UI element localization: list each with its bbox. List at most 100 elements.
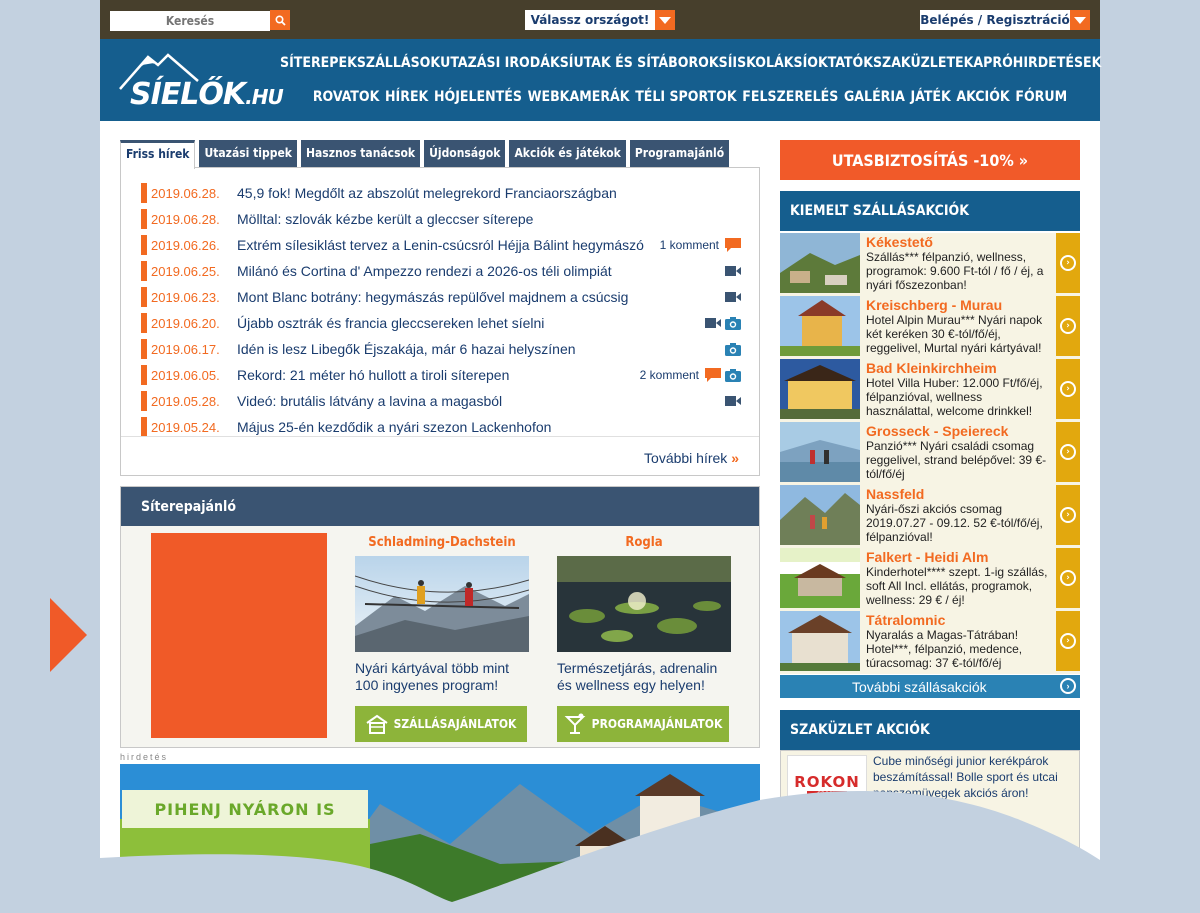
- accommodation-item[interactable]: Nassfeld Nyári-őszi akciós csomag 2019.07…: [780, 485, 1080, 548]
- nav-item-síoktatók[interactable]: SÍOKTATÓK: [794, 55, 873, 71]
- news-item[interactable]: 2019.06.05. Rekord: 21 méter hó hullott a…: [141, 362, 741, 388]
- nav-item-hójelentés[interactable]: HÓJELENTÉS: [434, 89, 522, 105]
- news-title[interactable]: Mölltal: szlovák kézbe került a gleccser…: [237, 211, 533, 227]
- accommodation-item[interactable]: Falkert - Heidi Alm Kinderhotel**** szept…: [780, 548, 1080, 611]
- country-dropdown-button[interactable]: [655, 10, 675, 30]
- news-tab[interactable]: Akciók és játékok: [509, 140, 626, 168]
- accommodation-item[interactable]: Bad Kleinkirchheim Hotel Villa Huber: 12.…: [780, 359, 1080, 422]
- nav-item-akciók[interactable]: AKCIÓK: [956, 89, 1009, 105]
- accommodation-name[interactable]: Tátralomnic: [866, 613, 1052, 628]
- news-item[interactable]: 2019.06.28. 45,9 fok! Megdőlt az abszolút…: [141, 180, 741, 206]
- more-news-link[interactable]: További hírek »: [644, 450, 739, 466]
- news-tab[interactable]: Újdonságok: [424, 140, 506, 168]
- accommodation-go-button[interactable]: ›: [1056, 296, 1080, 356]
- news-item[interactable]: 2019.06.25. Milánó és Cortina d' Ampezzo …: [141, 258, 741, 284]
- news-tab[interactable]: Hasznos tanácsok: [300, 140, 421, 168]
- country-select[interactable]: Válassz országot!: [525, 10, 675, 30]
- shop-offer-text[interactable]: Cube minőségi junior kerékpárok beszámít…: [873, 753, 1073, 801]
- accommodation-image[interactable]: [780, 296, 860, 356]
- nav-item-síterepek[interactable]: SÍTEREPEK: [280, 55, 357, 71]
- accommodation-image[interactable]: [780, 611, 860, 671]
- accommodation-name[interactable]: Kreischberg - Murau: [866, 298, 1052, 313]
- news-item[interactable]: 2019.06.23. Mont Blanc botrány: hegymászá…: [141, 284, 741, 310]
- circle-arrow-right-icon: ›: [1060, 570, 1076, 586]
- news-title[interactable]: 45,9 fok! Megdőlt az abszolút melegrekor…: [237, 185, 617, 201]
- nav-item-felszerelés[interactable]: FELSZERELÉS: [742, 89, 838, 105]
- nav-item-síiskolák[interactable]: SÍISKOLÁK: [719, 55, 794, 71]
- news-item[interactable]: 2019.05.28. Videó: brutális látvány a lav…: [141, 388, 741, 414]
- accommodation-name[interactable]: Nassfeld: [866, 487, 1052, 502]
- accommodation-go-button[interactable]: ›: [1056, 422, 1080, 482]
- travel-insurance-banner[interactable]: UTASBIZTOSÍTÁS -10% »: [780, 140, 1080, 180]
- news-tab[interactable]: Programajánló: [629, 140, 730, 168]
- accommodation-go-button[interactable]: ›: [1056, 611, 1080, 671]
- nav-item-hírek[interactable]: HÍREK: [385, 89, 428, 105]
- resort-ad-placeholder[interactable]: [151, 533, 327, 738]
- news-title[interactable]: Május 25-én kezdődik a nyári szezon Lack…: [237, 419, 551, 435]
- accommodation-go-button[interactable]: ›: [1056, 548, 1080, 608]
- comment-count[interactable]: 2 komment: [640, 368, 699, 382]
- comment-icon: [725, 238, 741, 252]
- logo-suffix: .HU: [245, 85, 284, 109]
- accommodation-go-button[interactable]: ›: [1056, 485, 1080, 545]
- accommodation-name[interactable]: Grosseck - Speiereck: [866, 424, 1052, 439]
- news-tab[interactable]: Utazási tippek: [199, 140, 297, 168]
- comment-count[interactable]: 1 komment: [660, 238, 719, 252]
- news-date: 2019.06.05.: [151, 367, 220, 383]
- circle-arrow-right-icon: ›: [1060, 633, 1076, 649]
- news-item[interactable]: 2019.06.20. Újabb osztrák és francia glec…: [141, 310, 741, 336]
- resort-name[interactable]: Schladming-Dachstein: [355, 535, 529, 550]
- nav-item-utazási-irodák[interactable]: UTAZÁSI IRODÁK: [440, 55, 560, 71]
- accommodation-name[interactable]: Bad Kleinkirchheim: [866, 361, 1052, 376]
- news-title[interactable]: Idén is lesz Libegők Éjszakája, már 6 ha…: [237, 341, 576, 357]
- login-dropdown-button[interactable]: [1070, 10, 1090, 30]
- resort-image-lake[interactable]: [557, 556, 731, 652]
- news-title[interactable]: Újabb osztrák és francia gleccsereken le…: [237, 315, 544, 331]
- nav-item-webkamerák[interactable]: WEBKAMERÁK: [528, 89, 630, 105]
- accommodation-image[interactable]: [780, 422, 860, 482]
- accommodation-image[interactable]: [780, 548, 860, 608]
- news-item[interactable]: 2019.06.28. Mölltal: szlovák kézbe került…: [141, 206, 741, 232]
- accommodation-go-button[interactable]: ›: [1056, 233, 1080, 293]
- search-button[interactable]: [270, 10, 290, 30]
- accommodation-name[interactable]: Falkert - Heidi Alm: [866, 550, 1052, 565]
- site-logo[interactable]: SÍELŐK.HU: [118, 51, 284, 112]
- news-title[interactable]: Milánó és Cortina d' Ampezzo rendezi a 2…: [237, 263, 612, 279]
- accommodation-go-button[interactable]: ›: [1056, 359, 1080, 419]
- accommodation-offers-button[interactable]: SZÁLLÁSAJÁNLATOK: [355, 706, 527, 742]
- accommodation-description: Panzió*** Nyári családi csomag reggelive…: [866, 439, 1047, 481]
- program-offers-button[interactable]: PROGRAMAJÁNLATOK: [557, 706, 729, 742]
- rokon-sport-logo[interactable]: ROKON SPORT: [787, 755, 867, 815]
- accommodation-name[interactable]: Kékestető: [866, 235, 1052, 250]
- nav-item-apróhirdetések[interactable]: APRÓHIRDETÉSEK: [973, 55, 1101, 71]
- accommodation-item[interactable]: Kékestető Szállás*** félpanzió, wellness,…: [780, 233, 1080, 296]
- news-title[interactable]: Videó: brutális látvány a lavina a magas…: [237, 393, 502, 409]
- nav-item-szállások[interactable]: SZÁLLÁSOK: [357, 55, 440, 71]
- nav-item-galéria[interactable]: GALÉRIA: [844, 89, 905, 105]
- accommodation-image[interactable]: [780, 233, 860, 293]
- news-title[interactable]: Extrém sílesiklást tervez a Lenin-csúcsr…: [237, 237, 644, 253]
- accommodation-item[interactable]: Grosseck - Speiereck Panzió*** Nyári csal…: [780, 422, 1080, 485]
- login-register[interactable]: Belépés / Regisztráció: [920, 10, 1090, 30]
- news-item[interactable]: 2019.06.26. Extrém sílesiklást tervez a L…: [141, 232, 741, 258]
- news-tab[interactable]: Friss hírek: [120, 140, 196, 169]
- play-arrow-icon[interactable]: [50, 598, 87, 672]
- more-accommodation-link[interactable]: További szállásakciók ›: [780, 675, 1080, 698]
- accommodation-item[interactable]: Tátralomnic Nyaralás a Magas-Tátrában! Ho…: [780, 611, 1080, 674]
- ad-banner[interactable]: PIHENJ NYÁRON IS: [120, 764, 760, 913]
- news-title[interactable]: Mont Blanc botrány: hegymászás repülővel…: [237, 289, 628, 305]
- nav-item-rovatok[interactable]: ROVATOK: [313, 89, 380, 105]
- resort-image-via-ferrata[interactable]: [354, 556, 530, 652]
- news-item[interactable]: 2019.06.17. Idén is lesz Libegők Éjszakáj…: [141, 336, 741, 362]
- accommodation-image[interactable]: [780, 485, 860, 545]
- nav-item-téli-sportok[interactable]: TÉLI SPORTOK: [635, 89, 736, 105]
- nav-item-szaküzletek[interactable]: SZAKÜZLETEK: [873, 55, 973, 71]
- accommodation-image[interactable]: [780, 359, 860, 419]
- nav-item-játék[interactable]: JÁTÉK: [910, 89, 950, 105]
- search-input[interactable]: [110, 11, 270, 31]
- accommodation-item[interactable]: Kreischberg - Murau Hotel Alpin Murau*** …: [780, 296, 1080, 359]
- nav-item-síutak-és-sítáborok[interactable]: SÍUTAK ÉS SÍTÁBOROK: [560, 55, 719, 71]
- nav-item-fórum[interactable]: FÓRUM: [1015, 89, 1067, 105]
- resort-name[interactable]: Rogla: [557, 535, 731, 550]
- news-title[interactable]: Rekord: 21 méter hó hullott a tiroli sít…: [237, 367, 509, 383]
